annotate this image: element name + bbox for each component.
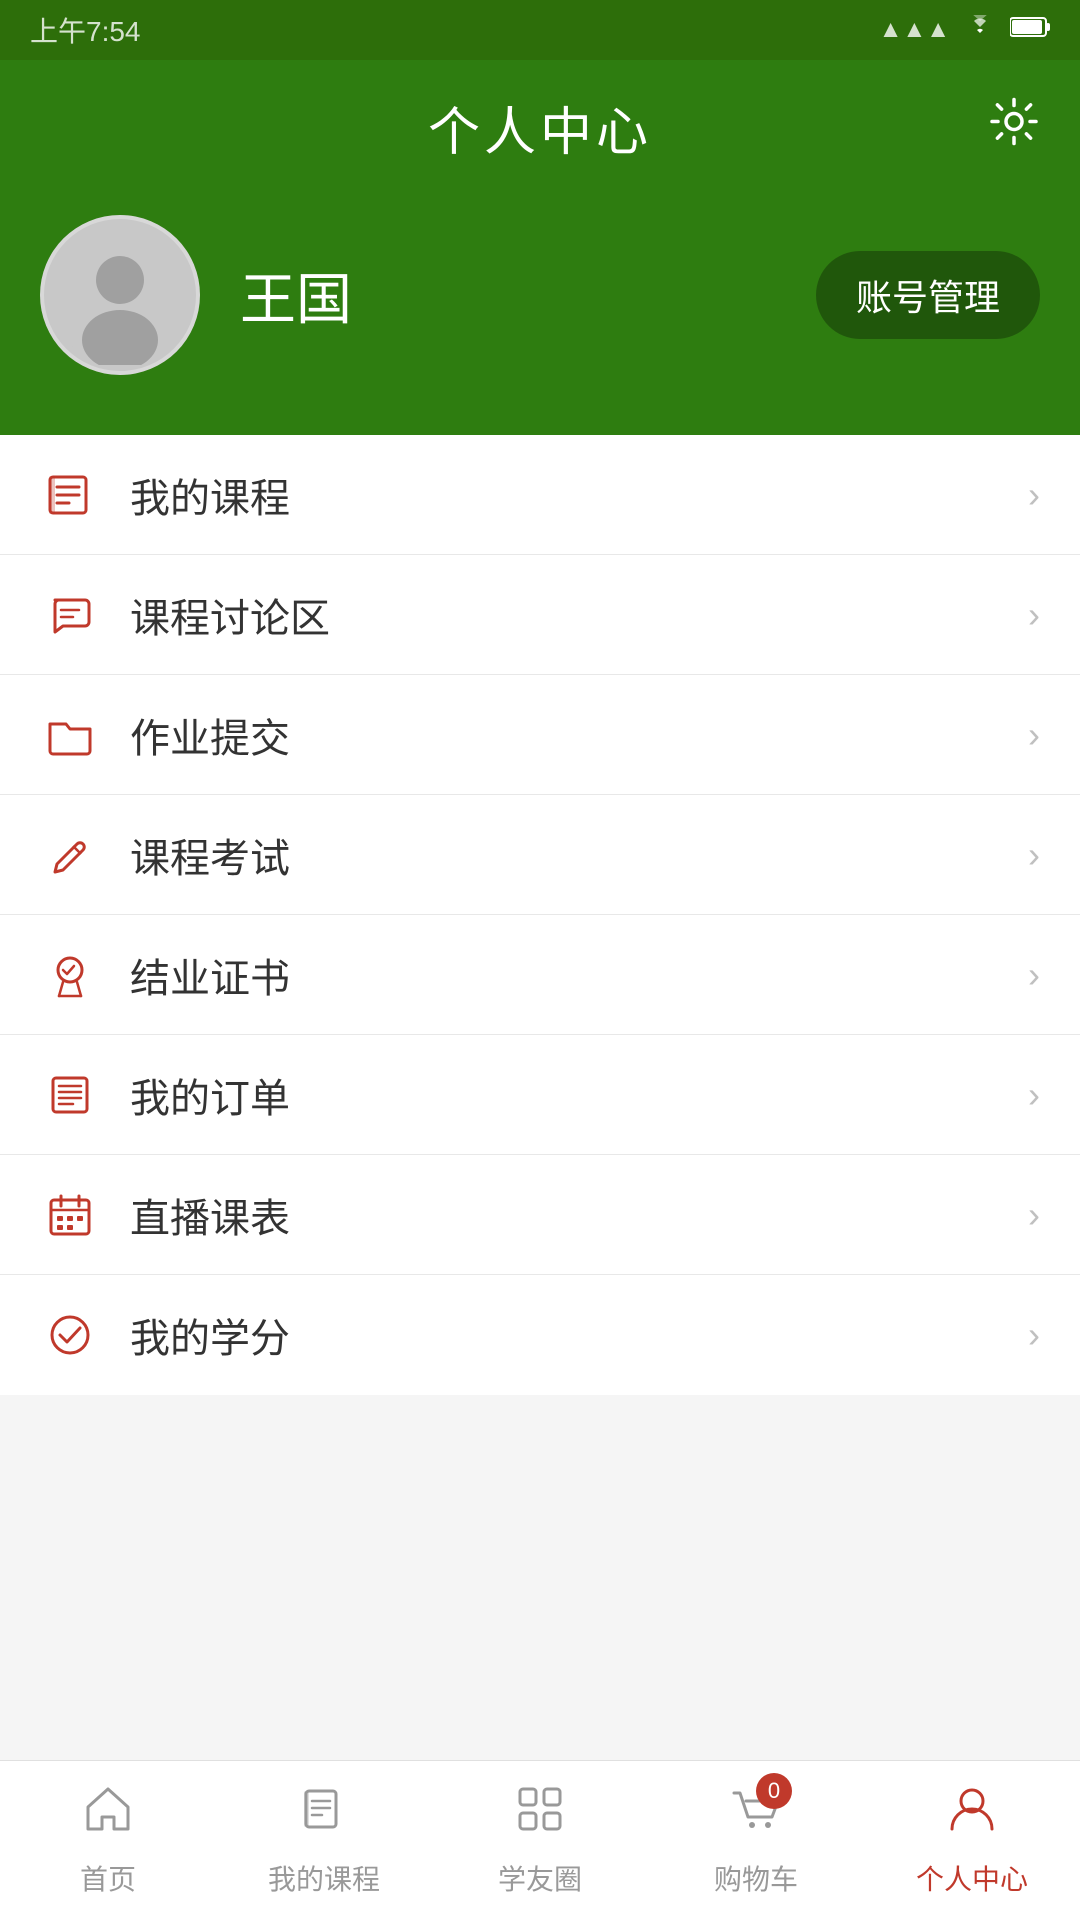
badge-icon bbox=[40, 945, 100, 1005]
nav-label-profile: 个人中心 bbox=[916, 1858, 1028, 1898]
avatar bbox=[40, 215, 200, 375]
menu-item-homework[interactable]: 作业提交 › bbox=[0, 675, 1080, 795]
friends-nav-icon bbox=[514, 1783, 566, 1848]
menu-label-schedule: 直播课表 bbox=[130, 1186, 1028, 1244]
arrow-icon-exam: › bbox=[1028, 834, 1040, 876]
cart-badge: 0 bbox=[756, 1773, 792, 1809]
profile-nav-icon bbox=[946, 1783, 998, 1848]
menu-label-discussion: 课程讨论区 bbox=[130, 586, 1028, 644]
arrow-icon-discussion: › bbox=[1028, 594, 1040, 636]
menu-item-schedule[interactable]: 直播课表 › bbox=[0, 1155, 1080, 1275]
nav-label-my-courses: 我的课程 bbox=[268, 1858, 380, 1898]
settings-button[interactable] bbox=[988, 95, 1040, 160]
status-time: 上午7:54 bbox=[30, 10, 141, 50]
cart-wrapper: 0 bbox=[730, 1783, 782, 1848]
nav-label-home: 首页 bbox=[80, 1858, 136, 1898]
arrow-icon-order: › bbox=[1028, 1074, 1040, 1116]
header-top: 个人中心 bbox=[40, 90, 1040, 165]
nav-item-home[interactable]: 首页 bbox=[0, 1783, 216, 1898]
account-manage-button[interactable]: 账号管理 bbox=[816, 251, 1040, 339]
header: 个人中心 王国 账号管理 bbox=[0, 60, 1080, 435]
status-icons: ▲▲▲ bbox=[879, 15, 1050, 46]
courses-nav-icon bbox=[298, 1783, 350, 1848]
cart-nav-icon: 0 bbox=[730, 1783, 782, 1848]
menu-list: 我的课程 › 课程讨论区 › 作业提交 › 课程考试 bbox=[0, 435, 1080, 1395]
book-icon bbox=[40, 465, 100, 525]
pencil-icon bbox=[40, 825, 100, 885]
folder-icon bbox=[40, 705, 100, 765]
menu-label-my-course: 我的课程 bbox=[130, 466, 1028, 524]
menu-item-my-course[interactable]: 我的课程 › bbox=[0, 435, 1080, 555]
check-circle-icon bbox=[40, 1305, 100, 1365]
wifi-icon bbox=[965, 15, 995, 46]
profile-section: 王国 账号管理 bbox=[40, 215, 1040, 375]
menu-label-homework: 作业提交 bbox=[130, 706, 1028, 764]
nav-item-my-courses[interactable]: 我的课程 bbox=[216, 1783, 432, 1898]
menu-label-order: 我的订单 bbox=[130, 1066, 1028, 1124]
page-title: 个人中心 bbox=[428, 90, 652, 165]
arrow-icon-certificate: › bbox=[1028, 954, 1040, 996]
status-bar: 上午7:54 ▲▲▲ bbox=[0, 0, 1080, 60]
menu-item-credits[interactable]: 我的学分 › bbox=[0, 1275, 1080, 1395]
menu-item-exam[interactable]: 课程考试 › bbox=[0, 795, 1080, 915]
nav-item-friends[interactable]: 学友圈 bbox=[432, 1783, 648, 1898]
menu-label-credits: 我的学分 bbox=[130, 1306, 1028, 1364]
nav-item-cart[interactable]: 0 购物车 bbox=[648, 1783, 864, 1898]
signal-icon: ▲▲▲ bbox=[879, 16, 950, 44]
order-icon bbox=[40, 1065, 100, 1125]
bottom-nav: 首页 我的课程 学友圈 bbox=[0, 1760, 1080, 1920]
arrow-icon-homework: › bbox=[1028, 714, 1040, 756]
menu-item-order[interactable]: 我的订单 › bbox=[0, 1035, 1080, 1155]
chat-icon bbox=[40, 585, 100, 645]
arrow-icon-my-course: › bbox=[1028, 474, 1040, 516]
nav-item-profile[interactable]: 个人中心 bbox=[864, 1783, 1080, 1898]
menu-label-exam: 课程考试 bbox=[130, 826, 1028, 884]
nav-label-cart: 购物车 bbox=[714, 1858, 798, 1898]
battery-icon bbox=[1010, 16, 1050, 45]
nav-label-friends: 学友圈 bbox=[498, 1858, 582, 1898]
menu-item-discussion[interactable]: 课程讨论区 › bbox=[0, 555, 1080, 675]
menu-item-certificate[interactable]: 结业证书 › bbox=[0, 915, 1080, 1035]
menu-label-certificate: 结业证书 bbox=[130, 946, 1028, 1004]
arrow-icon-credits: › bbox=[1028, 1314, 1040, 1356]
calendar-icon bbox=[40, 1185, 100, 1245]
username: 王国 bbox=[240, 255, 776, 336]
arrow-icon-schedule: › bbox=[1028, 1194, 1040, 1236]
home-nav-icon bbox=[82, 1783, 134, 1848]
